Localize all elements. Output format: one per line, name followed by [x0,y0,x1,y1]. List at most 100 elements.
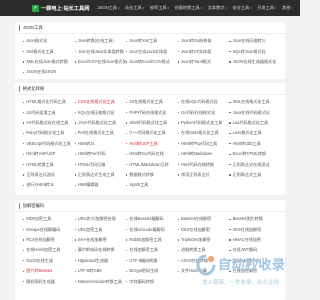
tool-link[interactable]: Html转Go代码在线 [126,149,178,159]
tool-link[interactable]: BCrypt密码生成 [126,266,178,276]
tool-link[interactable]: Html转ASP/JSP [23,149,75,159]
tool-link[interactable]: 正则表达式测试 [23,170,75,180]
tool-link[interactable]: CSS在线格式化工具 [74,97,127,107]
tool-link[interactable]: TripleDes加解密 [177,235,230,245]
tool-link[interactable]: Json转Excel/CSV格式 [126,57,178,67]
tool-link[interactable]: Xml格式化工具 [23,46,75,56]
tool-link[interactable]: VBScript代码格式化工具 [23,139,75,149]
tool-link[interactable]: JSON在线JSON [23,67,75,77]
tool-link[interactable]: URL加密工具 [74,224,127,234]
tool-link[interactable]: Xpath工具 [126,180,178,190]
tool-link[interactable]: Native/Unicode转换工具 [74,276,127,286]
bullet-icon [74,132,76,134]
tool-link[interactable]: Base64在线解密 [177,214,230,224]
tool-label: 正则表达式在线测试 [232,161,270,167]
tool-link[interactable]: 摩尔斯电码在线转换 [74,245,127,255]
tool-link[interactable]: 图片转Base64 [23,266,75,276]
tool-link[interactable]: 进行XHtml转Js [23,180,75,190]
nav-item[interactable]: JSON工具▾ [97,5,119,11]
tool-link[interactable]: Ruby代码格式化工具 [23,128,75,138]
tool-link[interactable]: JAVA代码格式化工具 [74,118,127,128]
tool-link[interactable]: 字符编码转换 [126,276,178,286]
tool-link[interactable]: Json转Xml工具 [126,36,178,46]
tool-link[interactable]: Html转JSP工具 [126,139,178,149]
tool-link[interactable]: Htpasswd生成器 [74,256,127,266]
tool-link[interactable]: SQL转Json格式化 [229,46,281,56]
nav-item[interactable]: 站长工具▾ [125,5,144,11]
tool-link[interactable]: XML在线Json格式转换 [23,57,75,67]
tool-link[interactable]: RC4在线加解密 [23,235,75,245]
tool-link[interactable]: Html转Js [74,139,127,149]
tool-link[interactable]: SHA在线加解密 [74,235,127,245]
tool-link[interactable]: 在线加解密工具 [126,245,178,255]
tool-link[interactable]: 正则表达式生成工具 [74,170,127,180]
tool-link[interactable]: Html代码在线转换 [177,159,230,169]
tool-link[interactable]: Html转Ubb工具 [229,139,281,149]
tool-link[interactable]: 在线Hash加密工具 [23,245,75,255]
tool-link[interactable]: Less格式化工具 [229,128,281,138]
tool-link[interactable]: Python代码格式化工具 [177,118,230,128]
tool-link[interactable]: JSON在线生成器格式化 [229,57,281,67]
tool-link[interactable]: JS在线格式化工具 [126,97,178,107]
tool-link[interactable]: AES在线加解密 [229,224,281,234]
tool-link[interactable]: 在线SQL代码格式化 [177,97,230,107]
tool-link[interactable]: Json转Yaml格式 [177,57,230,67]
tool-link[interactable]: URL转义/加解密处理 [74,214,127,224]
tool-link[interactable]: 数据格式转换 [126,170,178,180]
tool-link[interactable]: 常用正则表达式 [177,170,230,180]
tool-link[interactable]: UTF-8编码转换 [126,256,178,266]
chevron-down-icon: ▾ [225,6,227,10]
site-logo[interactable]: ✓ 一颗电上·站长工具网 [32,0,89,16]
tool-link[interactable]: PHP代码在线格式化 [126,107,178,117]
nav-item[interactable]: 效率工具▾ [150,5,169,11]
tool-link[interactable]: UTF-8转GBK [74,266,127,276]
tool-link[interactable]: HTML格式化代码工具 [23,97,75,107]
tool-label: 字符编码转换 [129,278,154,284]
nav-item[interactable]: 其他▾ [282,5,293,11]
bullet-icon [229,122,231,124]
tool-link[interactable]: Html转Php代码工具 [177,139,230,149]
tool-link[interactable]: Json转换(在线工具) [74,36,127,46]
tool-link[interactable]: XML在线格式化工具 [229,97,281,107]
tool-link[interactable]: Shell代码格式化工具 [126,118,178,128]
tool-link[interactable]: Json转Go结构体 [177,36,230,46]
tool-link[interactable]: Json转C#实体类 [177,46,230,56]
tool-link[interactable]: HTML转换工具 [23,159,75,169]
tool-link[interactable]: Html转Markdown [177,149,230,159]
tool-link[interactable]: Html转Perl代码 [74,149,127,159]
tool-link[interactable]: Excel/CSV在线Json格式化 [74,57,126,67]
tool-link[interactable]: Java在线代码格式化 [229,107,281,117]
nav-item[interactable]: 安全工具▾ [232,5,251,11]
tool-link[interactable]: Lua代码格式化工具 [229,118,281,128]
tool-link[interactable]: C#代码格式化在线工具 [23,118,75,128]
tool-link[interactable]: HTML代码压缩 [74,159,127,169]
tool-link[interactable]: Go代码在线格式化 [177,107,230,117]
nav-item[interactable]: 文本数字▾ [208,5,227,11]
tool-link[interactable]: SQL在线压缩格式化 [74,107,127,117]
tool-link[interactable]: MD5加密工具 [23,214,75,224]
tool-link[interactable]: 正则表达式工具 [229,170,281,180]
tool-link[interactable]: 在线Sass格式化工具 [177,128,230,138]
nav-item[interactable]: 开发工具▾ [257,5,276,11]
tool-link[interactable]: Perl在线格式化工具 [74,128,127,138]
tool-link[interactable]: JS代码混淆工具 [23,107,75,117]
tool-link[interactable]: 正则表达式在线测试 [229,159,281,169]
nav-item[interactable]: 创意转换工具▾ [175,5,203,11]
tool-link[interactable]: Rabbit加解密工具 [126,235,178,245]
tool-link[interactable]: 在线Base64编解码 [126,214,178,224]
tool-link[interactable]: DES在线加解密 [177,224,230,234]
tool-link[interactable]: GUID在线生成 [23,256,75,266]
tool-link[interactable]: Escape在线解编码 [23,224,75,234]
tool-link[interactable]: 随机密码生成器 [23,276,75,286]
tool-link[interactable]: Base64图片转换 [229,214,281,224]
tool-link[interactable]: 在线Unicode编解码 [126,224,178,234]
tool-link[interactable]: Json在线Java实体类转换 [74,46,127,56]
tool-link[interactable]: HMAC在线加密 [229,235,281,245]
tool-link[interactable]: Excel转HTML转换 [229,149,281,159]
tool-link[interactable]: C++代码格式化工具 [126,128,178,138]
tool-link[interactable]: Json在线压缩转义 [229,36,281,46]
tool-link[interactable]: Json生成Java实体类 [126,46,178,56]
tool-link[interactable]: Html编辑器 [74,180,127,190]
tool-link[interactable]: HTML/Markdown互转 [126,159,178,169]
tool-link[interactable]: Json格式化 [23,36,75,46]
